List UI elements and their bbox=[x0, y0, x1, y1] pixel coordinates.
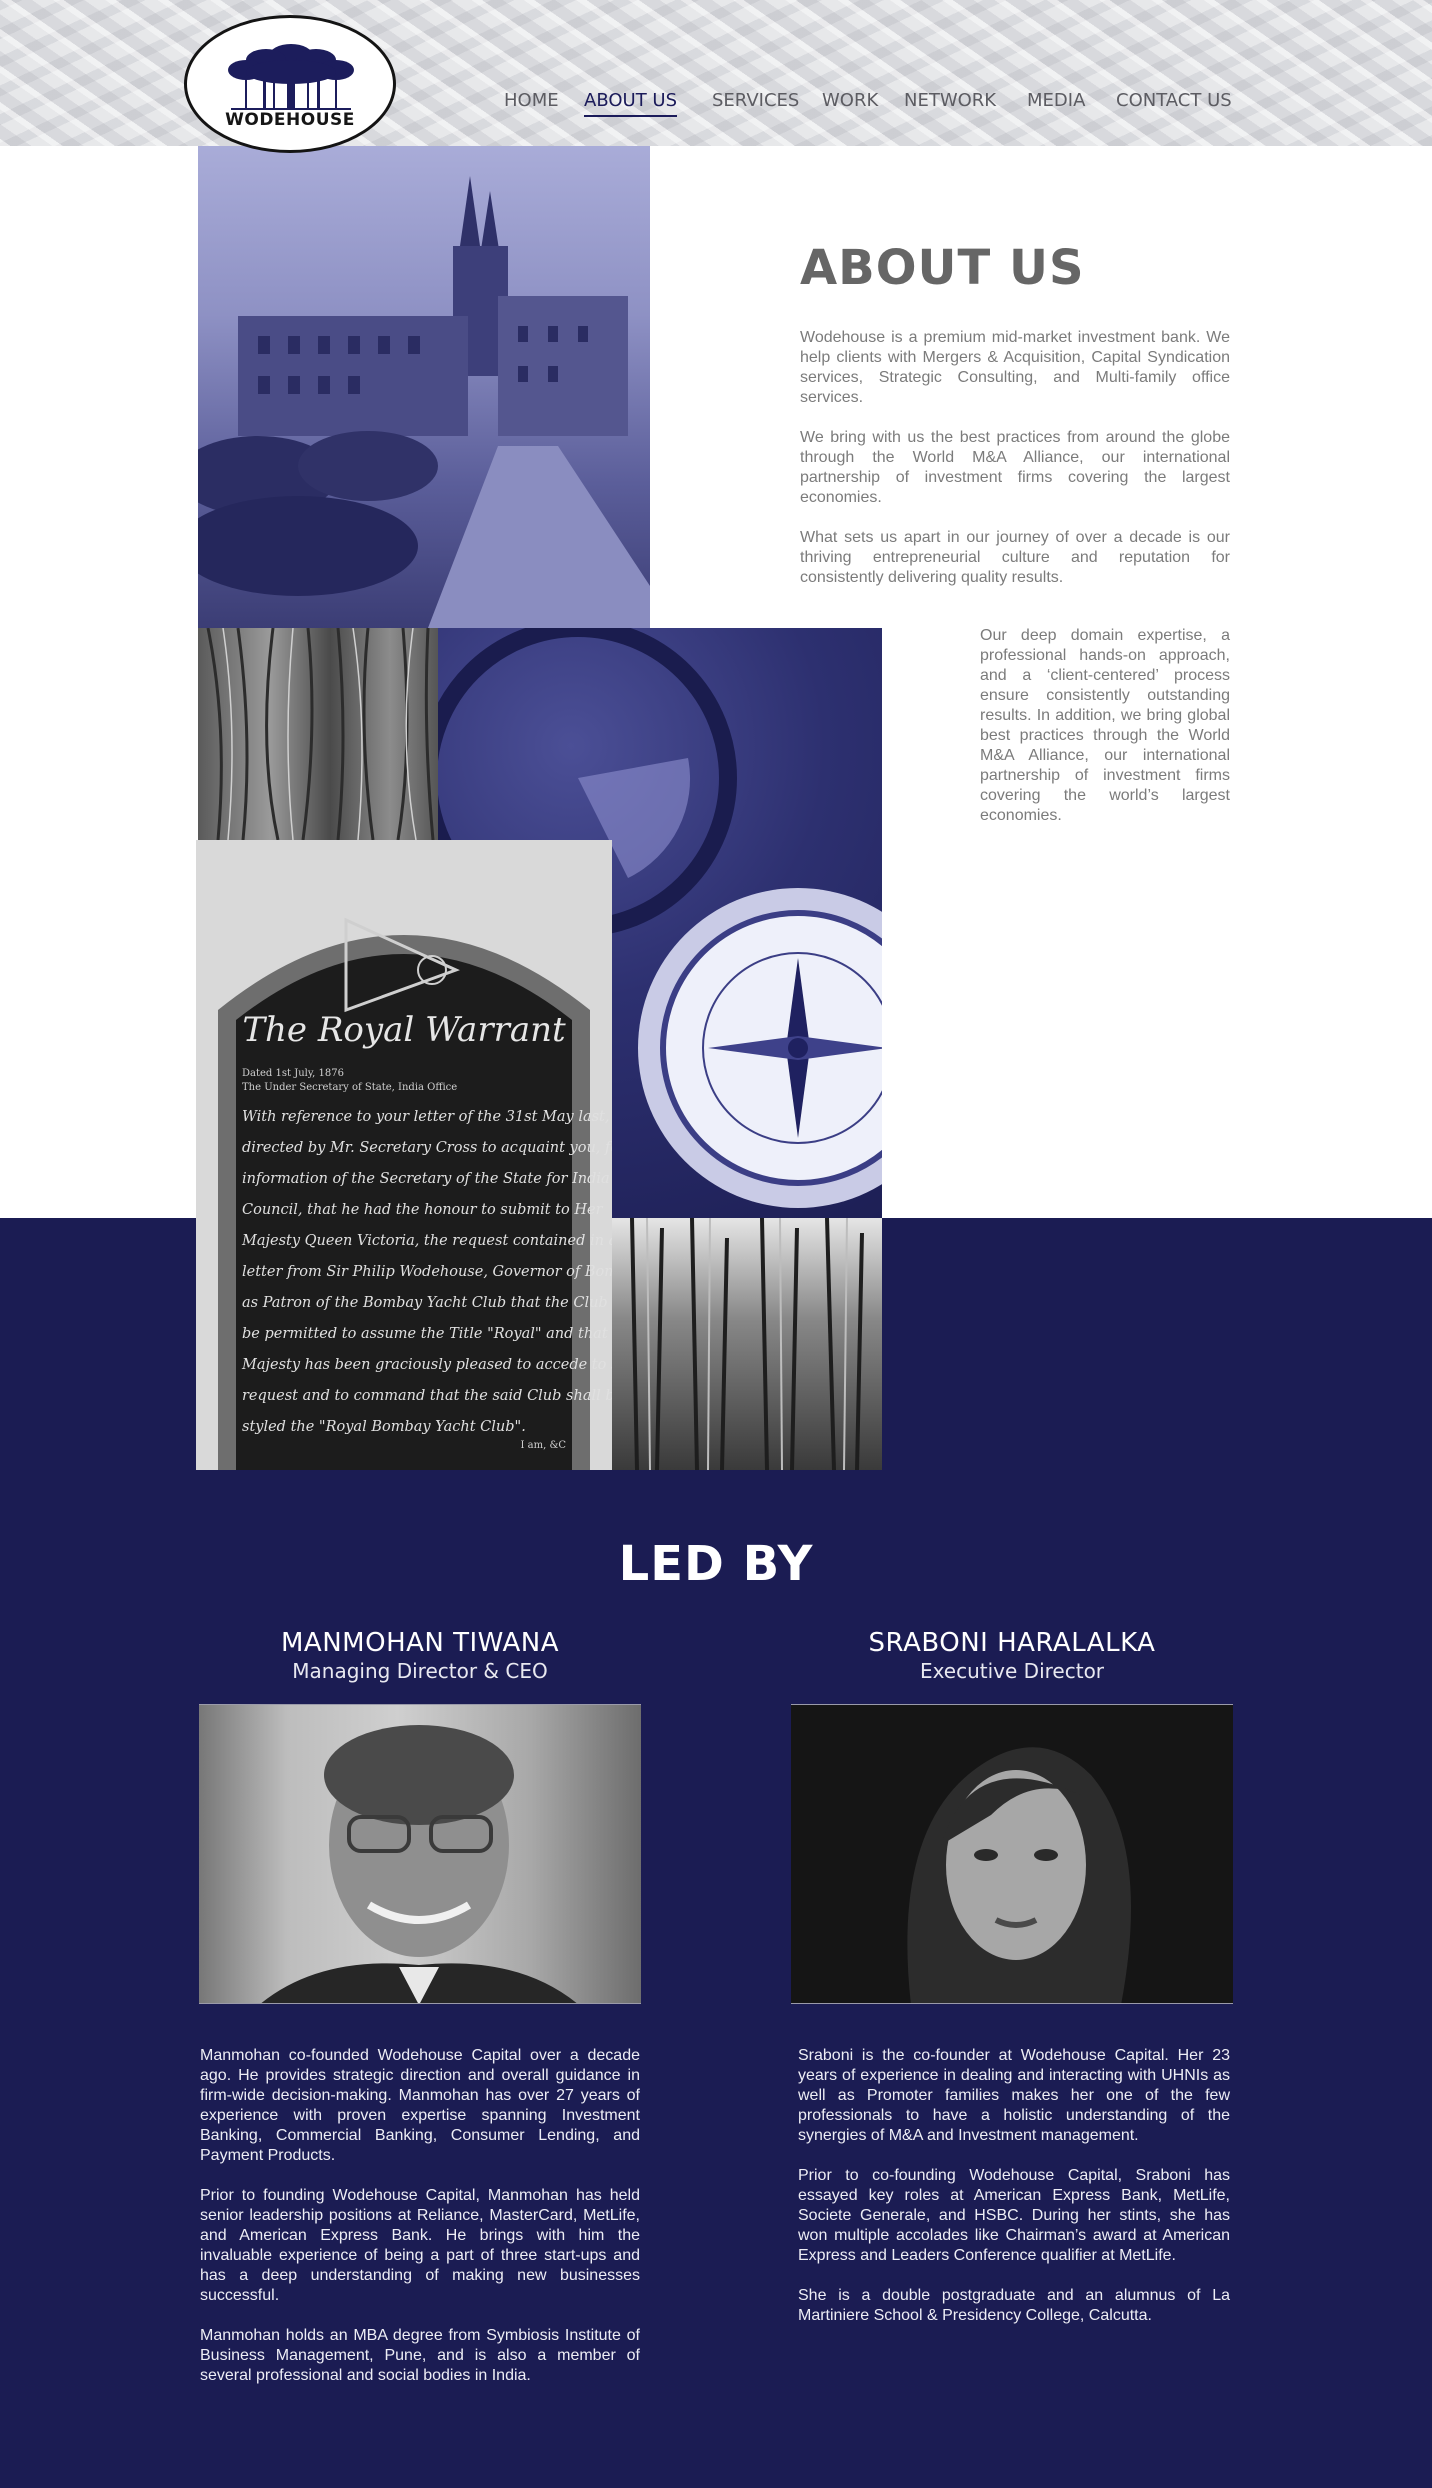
bio-paragraph: Prior to founding Wodehouse Capital, Man… bbox=[200, 2187, 640, 2304]
nav-home[interactable]: HOME bbox=[504, 90, 559, 111]
warrant-text: With reference to your letter of the 31s… bbox=[242, 1102, 612, 1443]
bio-paragraph: Sraboni is the co-founder at Wodehouse C… bbox=[798, 2047, 1230, 2144]
about-paragraph-3: What sets us apart in our journey of ove… bbox=[800, 529, 1230, 586]
warrant-line: be permitted to assume the Title "Royal"… bbox=[242, 1326, 612, 1342]
sraboni-photo bbox=[791, 1704, 1233, 2004]
about-side-paragraph: Our deep domain expertise, a professiona… bbox=[980, 627, 1230, 824]
leader-name-sraboni: SRABONI HARALALKA bbox=[868, 1628, 1156, 1658]
logo-text: WODEHOUSE bbox=[225, 110, 355, 130]
warrant-line: as Patron of the Bombay Yacht Club that … bbox=[242, 1295, 612, 1311]
warrant-line: directed by Mr. Secretary Cross to acqua… bbox=[242, 1140, 612, 1156]
about-paragraph-1: Wodehouse is a premium mid-market invest… bbox=[800, 329, 1230, 406]
warrant-line: letter from Sir Philip Wodehouse, Govern… bbox=[242, 1264, 612, 1280]
nav-contact-us[interactable]: CONTACT US bbox=[1116, 90, 1232, 111]
warrant-title: The Royal Warrant bbox=[242, 1010, 566, 1050]
warrant-line: With reference to your letter of the 31s… bbox=[242, 1109, 612, 1125]
nav-network[interactable]: NETWORK bbox=[904, 90, 996, 111]
banyan-tree-icon bbox=[228, 44, 354, 110]
leader-role-sraboni: Executive Director bbox=[919, 1659, 1105, 1683]
sraboni-bio: Sraboni is the co-founder at Wodehouse C… bbox=[798, 2046, 1230, 2346]
about-paragraph-2: We bring with us the best practices from… bbox=[800, 429, 1230, 506]
led-by-title: LED BY bbox=[618, 1536, 814, 1592]
bio-paragraph: Manmohan holds an MBA degree from Symbio… bbox=[200, 2327, 640, 2384]
warrant-from: The Under Secretary of State, India Offi… bbox=[242, 1082, 458, 1093]
wodehouse-logo[interactable]: WODEHOUSE bbox=[184, 15, 396, 153]
warrant-line: Majesty has been graciously pleased to a… bbox=[242, 1357, 612, 1373]
warrant-line: Council, that he had the honour to submi… bbox=[242, 1202, 603, 1218]
nav-about-us[interactable]: ABOUT US bbox=[584, 90, 678, 117]
bio-paragraph: Prior to co-founding Wodehouse Capital, … bbox=[798, 2167, 1230, 2264]
roots-photo bbox=[198, 628, 438, 840]
leader-name-manmohan: MANMOHAN TIWANA bbox=[281, 1628, 559, 1658]
warrant-sign: I am, &C bbox=[520, 1440, 566, 1451]
page-title: ABOUT US bbox=[800, 240, 1085, 296]
nav-media[interactable]: MEDIA bbox=[1027, 90, 1085, 111]
warrant-line: Majesty Queen Victoria, the request cont… bbox=[242, 1233, 612, 1249]
bio-paragraph: She is a double postgraduate and an alum… bbox=[798, 2287, 1230, 2324]
leader-role-manmohan: Managing Director & CEO bbox=[292, 1659, 548, 1683]
royal-warrant-photo: The Royal Warrant Dated 1st July, 1876 T… bbox=[196, 840, 612, 1470]
warrant-line: information of the Secretary of the Stat… bbox=[242, 1171, 612, 1187]
manmohan-photo bbox=[199, 1704, 641, 2004]
warrant-line: styled the "Royal Bombay Yacht Club". bbox=[242, 1419, 526, 1435]
banyan-trees-photo bbox=[612, 1218, 882, 1470]
nav-work[interactable]: WORK bbox=[822, 90, 878, 111]
warrant-line: request and to command that the said Clu… bbox=[242, 1388, 612, 1404]
bio-paragraph: Manmohan co-founded Wodehouse Capital ov… bbox=[200, 2047, 640, 2164]
nav-services[interactable]: SERVICES bbox=[712, 90, 799, 111]
manmohan-bio: Manmohan co-founded Wodehouse Capital ov… bbox=[200, 2046, 640, 2406]
church-photo bbox=[198, 146, 650, 628]
warrant-dated: Dated 1st July, 1876 bbox=[242, 1068, 344, 1079]
